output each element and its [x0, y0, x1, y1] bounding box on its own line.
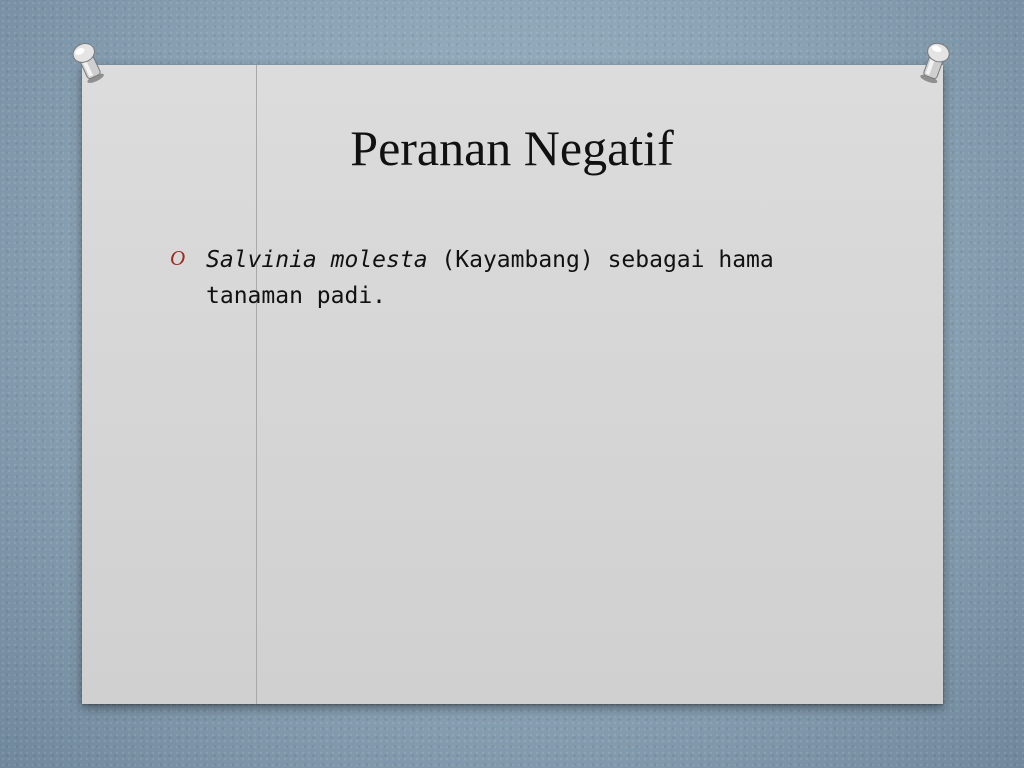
bullet-text: Salvinia molesta (Kayambang) sebagai ham…	[206, 242, 866, 314]
slide-title: Peranan Negatif	[350, 120, 674, 176]
bullet-marker: O	[170, 246, 186, 270]
species-name: Salvinia molesta	[206, 247, 428, 273]
